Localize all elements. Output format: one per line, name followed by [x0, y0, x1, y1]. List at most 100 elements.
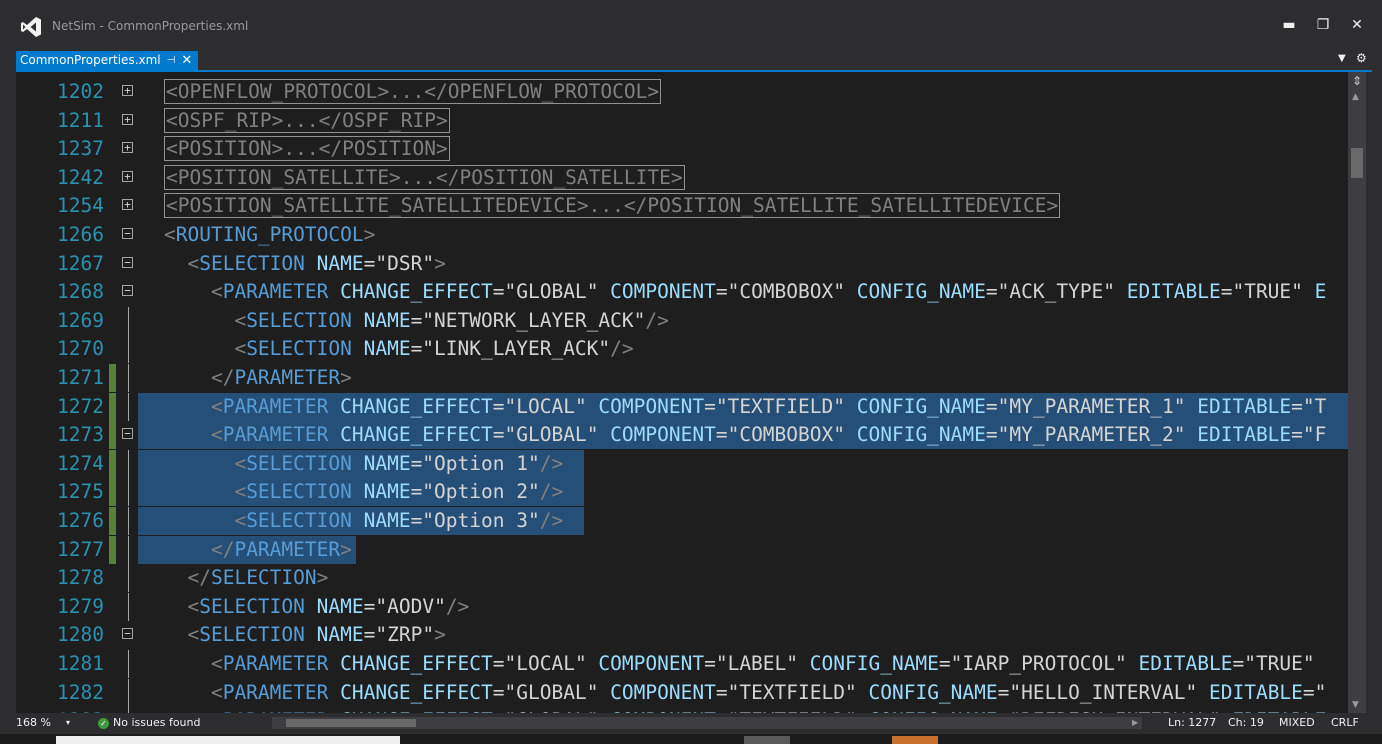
- code-line[interactable]: 1273 − <PARAMETER CHANGE_EFFECT="GLOBAL" …: [16, 421, 1348, 449]
- code-token: <: [164, 309, 247, 332]
- tab-dropdown-icon[interactable]: ▼: [1338, 53, 1346, 64]
- code-text: <SELECTION NAME="DSR">: [164, 250, 446, 278]
- code-token: TRUE: [1244, 280, 1292, 303]
- line-number: 1280: [57, 623, 104, 646]
- collapse-icon[interactable]: −: [122, 285, 133, 296]
- code-line[interactable]: 1268 − <PARAMETER CHANGE_EFFECT="GLOBAL" …: [16, 278, 1348, 306]
- zoom-dropdown-icon[interactable]: ▾: [66, 713, 70, 733]
- horizontal-scroll-thumb[interactable]: [286, 719, 416, 727]
- code-line[interactable]: 1279 <SELECTION NAME="AODV"/>: [16, 593, 1348, 621]
- code-line[interactable]: 1270 <SELECTION NAME="LINK_LAYER_ACK"/>: [16, 335, 1348, 363]
- code-line[interactable]: 1266 − <ROUTING_PROTOCOL>: [16, 221, 1348, 249]
- code-line[interactable]: 1280 − <SELECTION NAME="ZRP">: [16, 621, 1348, 649]
- code-token: PARAMETER: [222, 280, 329, 303]
- code-line[interactable]: 1276 <SELECTION NAME="Option 3"/>: [16, 507, 1348, 535]
- scroll-right-arrow-icon[interactable]: ▶: [1132, 713, 1138, 733]
- code-token: EDITABLE: [1197, 681, 1303, 704]
- code-token: ": [833, 395, 845, 418]
- code-token: =": [997, 681, 1022, 704]
- line-number: 1254: [57, 194, 104, 217]
- collapse-icon[interactable]: −: [122, 228, 133, 239]
- issues-indicator[interactable]: ✓ No issues found: [98, 713, 200, 733]
- change-marker: [109, 364, 116, 392]
- expand-icon[interactable]: +: [122, 85, 133, 96]
- code-editor[interactable]: 1202 + <OPENFLOW_PROTOCOL>...</OPENFLOW_PR…: [16, 72, 1348, 713]
- code-token: F: [1314, 423, 1327, 446]
- scroll-down-arrow-icon[interactable]: ▼: [1352, 700, 1359, 710]
- code-token: ROUTING_PROTOCOL: [175, 223, 364, 246]
- code-token: GLOBAL: [516, 280, 587, 303]
- code-token: <: [164, 423, 223, 446]
- pin-icon[interactable]: ⊣: [167, 51, 176, 70]
- code-token: LABEL: [727, 652, 787, 675]
- code-token: ": [422, 252, 435, 275]
- expand-icon[interactable]: +: [122, 142, 133, 153]
- code-token: ": [1103, 280, 1116, 303]
- code-line[interactable]: 1211 + <OSPF_RIP>...</OSPF_RIP>: [16, 107, 1348, 135]
- taskbar-item[interactable]: [892, 736, 938, 744]
- code-text: <PARAMETER CHANGE_EFFECT="GLOBAL" COMPON…: [164, 278, 1326, 306]
- outline-guide: [128, 507, 129, 535]
- code-token: ": [598, 337, 611, 360]
- code-token: Option 3: [434, 509, 528, 532]
- code-line[interactable]: 1271 </PARAMETER>: [16, 364, 1348, 392]
- collapse-icon[interactable]: −: [122, 257, 133, 268]
- horizontal-scrollbar[interactable]: [272, 717, 1142, 729]
- code-line[interactable]: 1277 </PARAMETER>: [16, 536, 1348, 564]
- code-line[interactable]: 1242 + <POSITION_SATELLITE>...</POSITION_S…: [16, 164, 1348, 192]
- vertical-scroll-thumb[interactable]: [1351, 148, 1363, 178]
- collapse-icon[interactable]: −: [122, 628, 133, 639]
- expand-icon[interactable]: +: [122, 171, 133, 182]
- close-window-button[interactable]: ✕: [1342, 14, 1372, 36]
- taskbar-item[interactable]: [744, 736, 790, 744]
- expand-icon[interactable]: +: [122, 199, 133, 210]
- code-token: ": [422, 623, 435, 646]
- code-line[interactable]: 1274 <SELECTION NAME="Option 1"/>: [16, 450, 1348, 478]
- code-line[interactable]: 1269 <SELECTION NAME="NETWORK_LAYER_ACK"…: [16, 307, 1348, 335]
- code-token: ": [375, 252, 388, 275]
- code-token: =": [492, 652, 517, 675]
- code-token: NAME: [304, 595, 364, 618]
- code-line[interactable]: 1275 <SELECTION NAME="Option 2"/>: [16, 478, 1348, 506]
- split-window-icon[interactable]: ⇕: [1352, 74, 1362, 88]
- collapse-icon[interactable]: −: [122, 428, 133, 439]
- vertical-scrollbar[interactable]: [1348, 72, 1366, 713]
- code-line[interactable]: 1282 <PARAMETER CHANGE_EFFECT="GLOBAL" C…: [16, 679, 1348, 707]
- code-token: EDITABLE: [1185, 395, 1292, 418]
- code-token: NAME: [351, 337, 411, 360]
- gear-icon[interactable]: ⚙: [1356, 51, 1367, 65]
- code-token: ": [833, 423, 845, 446]
- code-token: =": [1302, 681, 1327, 704]
- code-line[interactable]: 1254 + <POSITION_SATELLITE_SATELLITEDEVICE…: [16, 192, 1348, 220]
- line-ending-status[interactable]: CRLF: [1331, 713, 1359, 733]
- code-line[interactable]: 1237 + <POSITION>...</POSITION>: [16, 135, 1348, 163]
- line-number: 1279: [57, 595, 104, 618]
- minimize-button[interactable]: ▬: [1274, 14, 1304, 36]
- code-token: <: [164, 252, 200, 275]
- tab-close-icon[interactable]: ✕: [181, 51, 192, 70]
- zoom-level[interactable]: 168 %: [16, 713, 51, 733]
- code-token: >: [434, 252, 446, 275]
- code-text: <POSITION_SATELLITE>...</POSITION_SATELL…: [164, 164, 685, 192]
- code-line[interactable]: 1278 </SELECTION>: [16, 564, 1348, 592]
- encoding-status[interactable]: MIXED: [1279, 713, 1315, 733]
- code-token: =": [410, 480, 435, 503]
- change-marker: [109, 507, 116, 535]
- code-token: MY_PARAMETER_1: [1009, 395, 1174, 418]
- title-bar: NetSim - CommonProperties.xml ▬ ❐ ✕: [10, 8, 1372, 46]
- code-token: CONFIG_NAME: [798, 652, 939, 675]
- code-line[interactable]: 1267− <SELECTION NAME="DSR">: [16, 250, 1348, 278]
- status-bar: 168 % ▾ ✓ No issues found ◀ ▶ Ln: 1277 C…: [10, 713, 1372, 733]
- taskbar-window[interactable]: [56, 736, 400, 744]
- tab-commonproperties-xml[interactable]: CommonProperties.xml ⊣ ✕: [16, 51, 199, 70]
- code-line[interactable]: 1281 <PARAMETER CHANGE_EFFECT="LOCAL" CO…: [16, 650, 1348, 678]
- code-token: CONFIG_NAME: [845, 395, 986, 418]
- code-line[interactable]: 1202 + <OPENFLOW_PROTOCOL>...</OPENFLOW_PR…: [16, 78, 1348, 106]
- expand-icon[interactable]: +: [122, 114, 133, 125]
- code-token: =": [410, 509, 435, 532]
- code-token: =": [715, 423, 740, 446]
- code-text: </PARAMETER>: [164, 364, 352, 392]
- scroll-up-arrow-icon[interactable]: ▲: [1352, 92, 1359, 102]
- code-line[interactable]: 1272 <PARAMETER CHANGE_EFFECT="LOCAL" CO…: [16, 393, 1348, 421]
- restore-button[interactable]: ❐: [1308, 14, 1338, 36]
